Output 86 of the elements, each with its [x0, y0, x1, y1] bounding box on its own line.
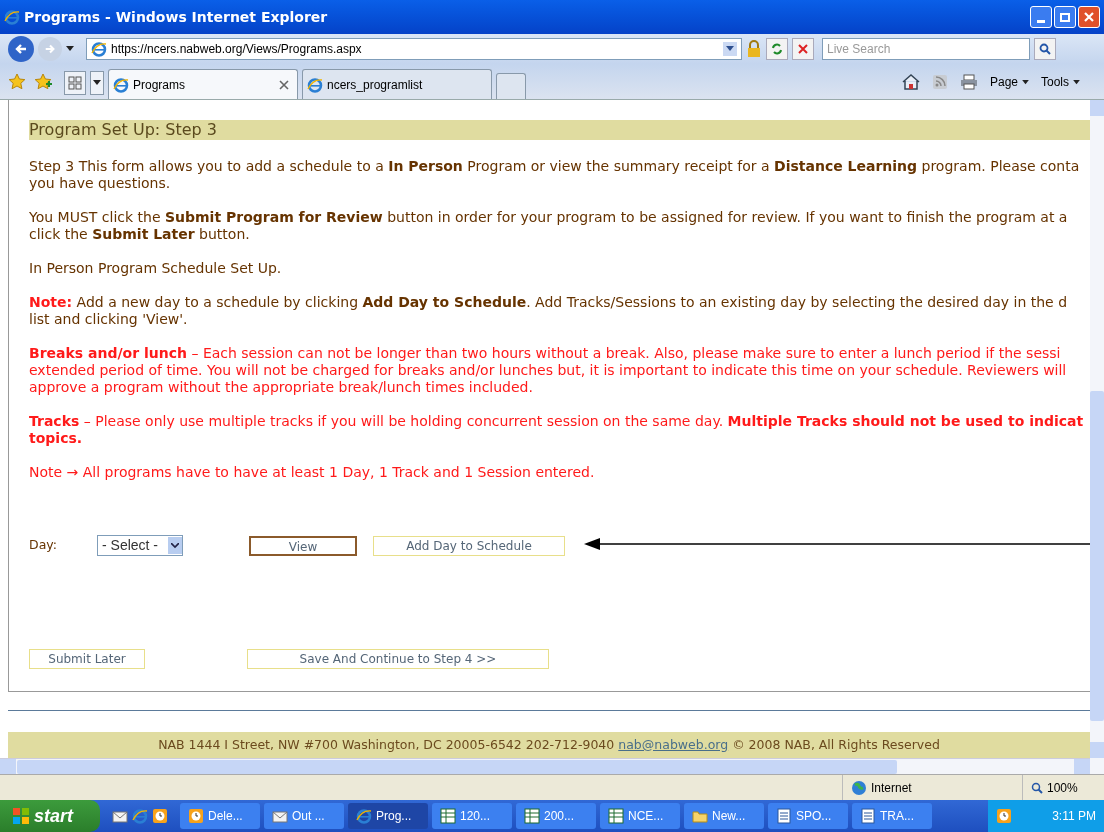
window-title: Programs - Windows Internet Explorer: [24, 7, 328, 27]
clock-icon: [996, 808, 1012, 824]
spreadsheet-icon: [524, 808, 540, 824]
forward-arrow-icon: [44, 43, 56, 55]
taskbar-button[interactable]: New...: [684, 803, 764, 829]
dropdown-arrow-icon[interactable]: [66, 46, 74, 52]
clock-time: 3:11 PM: [1052, 808, 1096, 825]
clock-icon: [188, 808, 204, 824]
browser-icon: [113, 76, 129, 93]
instruction-text: Note: Add a new day to a schedule by clicking Add Day to Schedule. Add Tracks/Sessions to an existing day by selecting the desired day in the d list and clicking 'View'.: [29, 294, 1069, 328]
back-arrow-icon: [14, 42, 28, 56]
instruction-text: Step 3 This form allows you to add a schedule to a In Person Program or view the summary receipt for a Distance Learning program. Please conta you have questions.: [29, 158, 1081, 192]
spreadsheet-icon: [440, 808, 456, 824]
home-icon[interactable]: [901, 74, 920, 90]
dropdown-arrow-icon[interactable]: [726, 46, 734, 52]
search-field[interactable]: Live Search: [822, 38, 1030, 60]
taskbar-button[interactable]: Out ...: [264, 803, 344, 829]
document-icon: [776, 808, 792, 824]
restore-button[interactable]: [1054, 6, 1076, 28]
form-button[interactable]: Add Day to Schedule: [373, 535, 565, 556]
add-favorite-icon[interactable]: [34, 73, 52, 91]
refresh-icon: [770, 42, 784, 56]
instruction-text: Breaks and/or lunch – Each session can not be longer than two hours without a break. Also, please make sure to enter a lunch period if the sessi extended period of time. You will not be charged for breaks and/or lunches but, it is important to indicate this time on your schedule. Reviewers will approve a program without the appropriate break/lunch times included.: [29, 345, 1068, 396]
browser-icon: [91, 41, 107, 57]
taskbar-button[interactable]: 120...: [432, 803, 512, 829]
instruction-text: Note → All programs have to have at least 1 Day, 1 Track and 1 Session entered.: [29, 464, 596, 481]
search-button[interactable]: [1034, 38, 1056, 60]
browser-icon: [307, 76, 323, 93]
dropdown-arrow-icon: [93, 80, 101, 86]
tab-list-button[interactable]: [90, 71, 104, 95]
lock-icon: [746, 40, 762, 58]
spreadsheet-icon: [608, 808, 624, 824]
favorites-star-icon[interactable]: [8, 73, 26, 91]
browser-icon: [356, 808, 372, 824]
day-label: Day:: [29, 536, 58, 555]
command-menu[interactable]: Tools: [1041, 73, 1080, 91]
taskbar-button[interactable]: 200...: [516, 803, 596, 829]
browser-tab[interactable]: Programs: [108, 69, 298, 99]
dropdown-arrow-icon: [1022, 79, 1029, 85]
vertical-scrollbar[interactable]: [1090, 100, 1104, 774]
globe-icon: [851, 779, 867, 796]
instruction-text: Tracks – Please only use multiple tracks if you will be holding concurrent session on the same day. Multiple Tracks should not be used to indicat topics.: [29, 413, 1085, 447]
printer-icon[interactable]: [959, 74, 978, 90]
form-button[interactable]: Save And Continue to Step 4 >>: [247, 649, 549, 669]
new-tab-button[interactable]: [496, 73, 526, 99]
clock-icon: [152, 808, 168, 824]
windows-logo-icon: [12, 807, 30, 825]
instruction-text: In Person Program Schedule Set Up.: [29, 260, 283, 277]
minimize-button[interactable]: [1030, 6, 1052, 28]
close-tab-icon[interactable]: [279, 79, 289, 90]
horizontal-scrollbar[interactable]: [0, 758, 1090, 774]
zoom-icon: [1031, 781, 1043, 794]
footer-copyright: © 2008 NAB, All Rights Reserved: [732, 735, 940, 754]
step-heading: Program Set Up: Step 3: [29, 120, 1090, 140]
browser-icon: [4, 9, 20, 25]
instruction-text: You MUST click the Submit Program for Review button in order for your program to be assigned for review. If you want to finish the program at a click the Submit Later button.: [29, 209, 1069, 243]
footer-address: NAB 1444 I Street, NW #700 Washington, DC 20005-6542 202-712-9040: [158, 735, 615, 754]
back-button[interactable]: [8, 36, 34, 62]
document-icon: [860, 808, 876, 824]
mail-icon: [112, 808, 128, 824]
browser-icon: [132, 808, 148, 824]
mail-icon: [272, 808, 288, 824]
taskbar-button[interactable]: Prog...: [348, 803, 428, 829]
taskbar-button[interactable]: Dele...: [180, 803, 260, 829]
browser-tab[interactable]: ncers_programlist: [302, 69, 492, 99]
start-button[interactable]: start: [0, 800, 100, 832]
email-link[interactable]: nab@nabweb.org: [618, 735, 729, 755]
form-button[interactable]: Submit Later: [29, 649, 145, 669]
security-zone: Internet: [871, 779, 912, 797]
feeds-icon[interactable]: [931, 74, 948, 90]
stop-button[interactable]: [792, 38, 814, 60]
close-icon: [1083, 11, 1095, 23]
folder-icon: [692, 808, 708, 824]
search-icon: [1039, 43, 1051, 55]
refresh-button[interactable]: [766, 38, 788, 60]
day-select[interactable]: - Select -: [97, 535, 183, 556]
dropdown-arrow-icon: [1073, 79, 1080, 85]
stop-icon: [797, 43, 809, 55]
taskbar-button[interactable]: TRA...: [852, 803, 932, 829]
quick-tabs-button[interactable]: [64, 71, 86, 95]
command-menu[interactable]: Page: [989, 73, 1029, 91]
taskbar-button[interactable]: NCE...: [600, 803, 680, 829]
close-button[interactable]: [1078, 6, 1100, 28]
address-field[interactable]: https://ncers.nabweb.org/Views/Programs.aspx: [86, 38, 742, 60]
form-button[interactable]: View: [249, 535, 357, 556]
taskbar-button[interactable]: SPO...: [768, 803, 848, 829]
